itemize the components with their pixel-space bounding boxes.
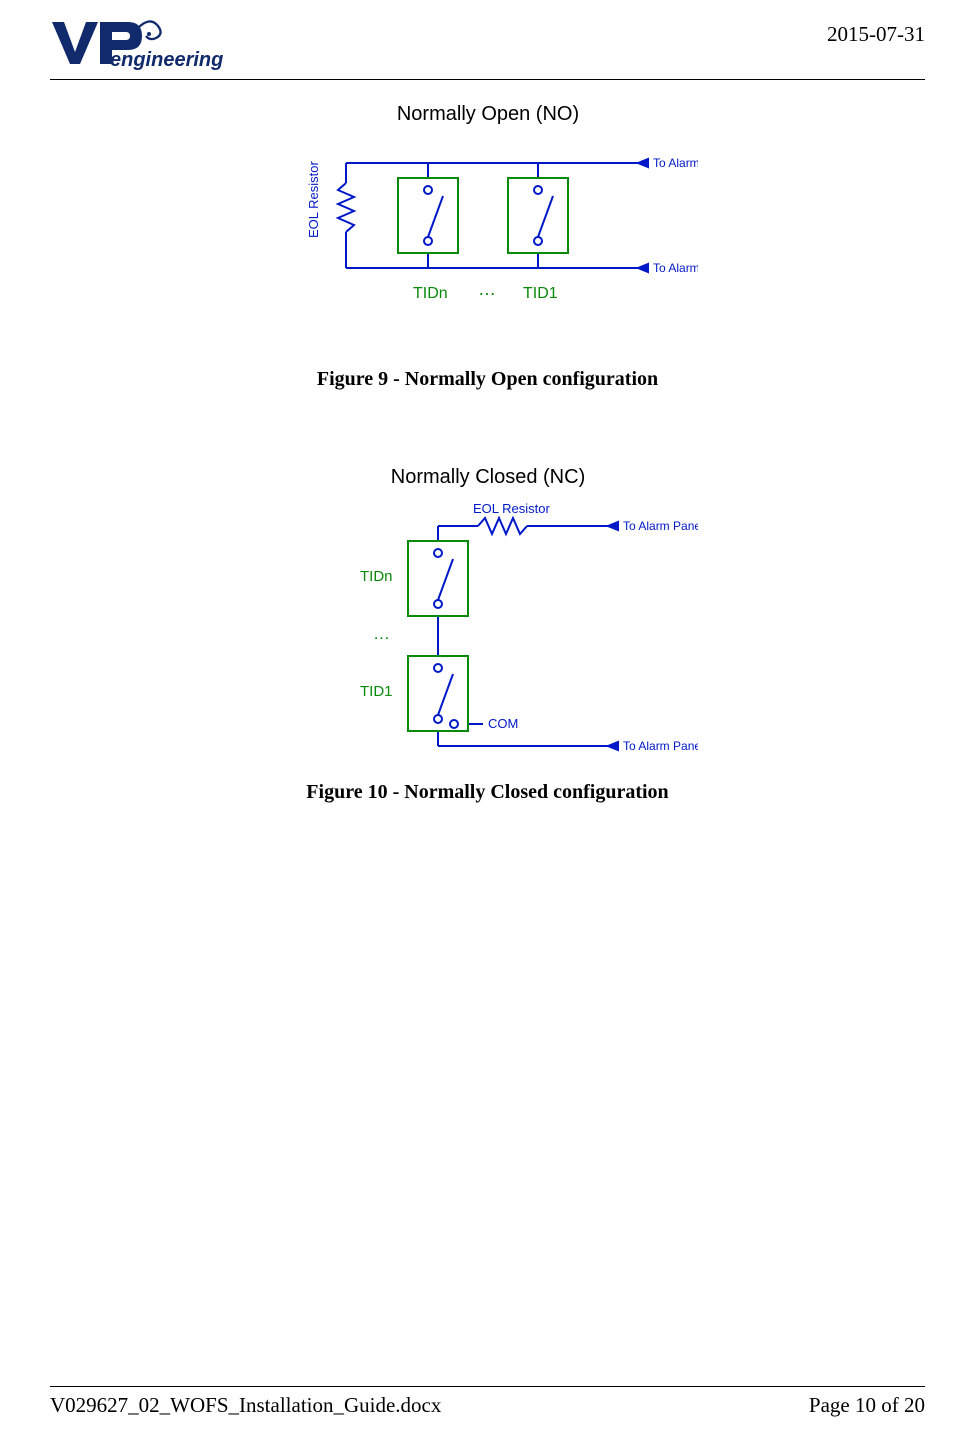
fig9-eol-label: EOL Resistor (306, 161, 321, 238)
figure-9-diagram: Normally Open (NO) (278, 98, 698, 358)
footer-filename: V029627_02_WOFS_Installation_Guide.docx (50, 1393, 441, 1418)
fig10-title: Normally Closed (NC) (390, 466, 584, 488)
fig10-tid1: TID1 (360, 683, 393, 700)
page-header: engineering 2015-07-31 (50, 18, 925, 80)
footer-page-number: Page 10 of 20 (809, 1393, 925, 1418)
page-footer: V029627_02_WOFS_Installation_Guide.docx … (50, 1386, 925, 1444)
fig10-alarm-top: To Alarm Panel (623, 519, 698, 533)
logo-subtext: engineering (110, 49, 223, 70)
page-content: Normally Open (NO) (50, 80, 925, 1386)
figure-10-caption: Figure 10 - Normally Closed configuratio… (306, 781, 668, 804)
fig9-title: Normally Open (NO) (396, 103, 578, 125)
fig10-com: COM (488, 716, 518, 731)
logo: engineering (50, 18, 230, 75)
fig9-alarm-top: To Alarm Panel (653, 156, 698, 170)
figure-10-diagram: Normally Closed (NC) (278, 461, 698, 771)
fig9-dots: … (478, 279, 496, 299)
figure-9-caption: Figure 9 - Normally Open configuration (317, 368, 658, 391)
fig9-alarm-bottom: To Alarm Panel (653, 261, 698, 275)
header-date: 2015-07-31 (827, 18, 925, 47)
fig10-dots: … (373, 624, 390, 643)
fig10-alarm-bottom: To Alarm Panel (623, 739, 698, 753)
fig10-eol-label: EOL Resistor (473, 501, 550, 516)
fig9-tidn: TIDn (413, 285, 448, 302)
fig10-tidn: TIDn (360, 568, 393, 585)
fig9-tid1: TID1 (523, 285, 558, 302)
